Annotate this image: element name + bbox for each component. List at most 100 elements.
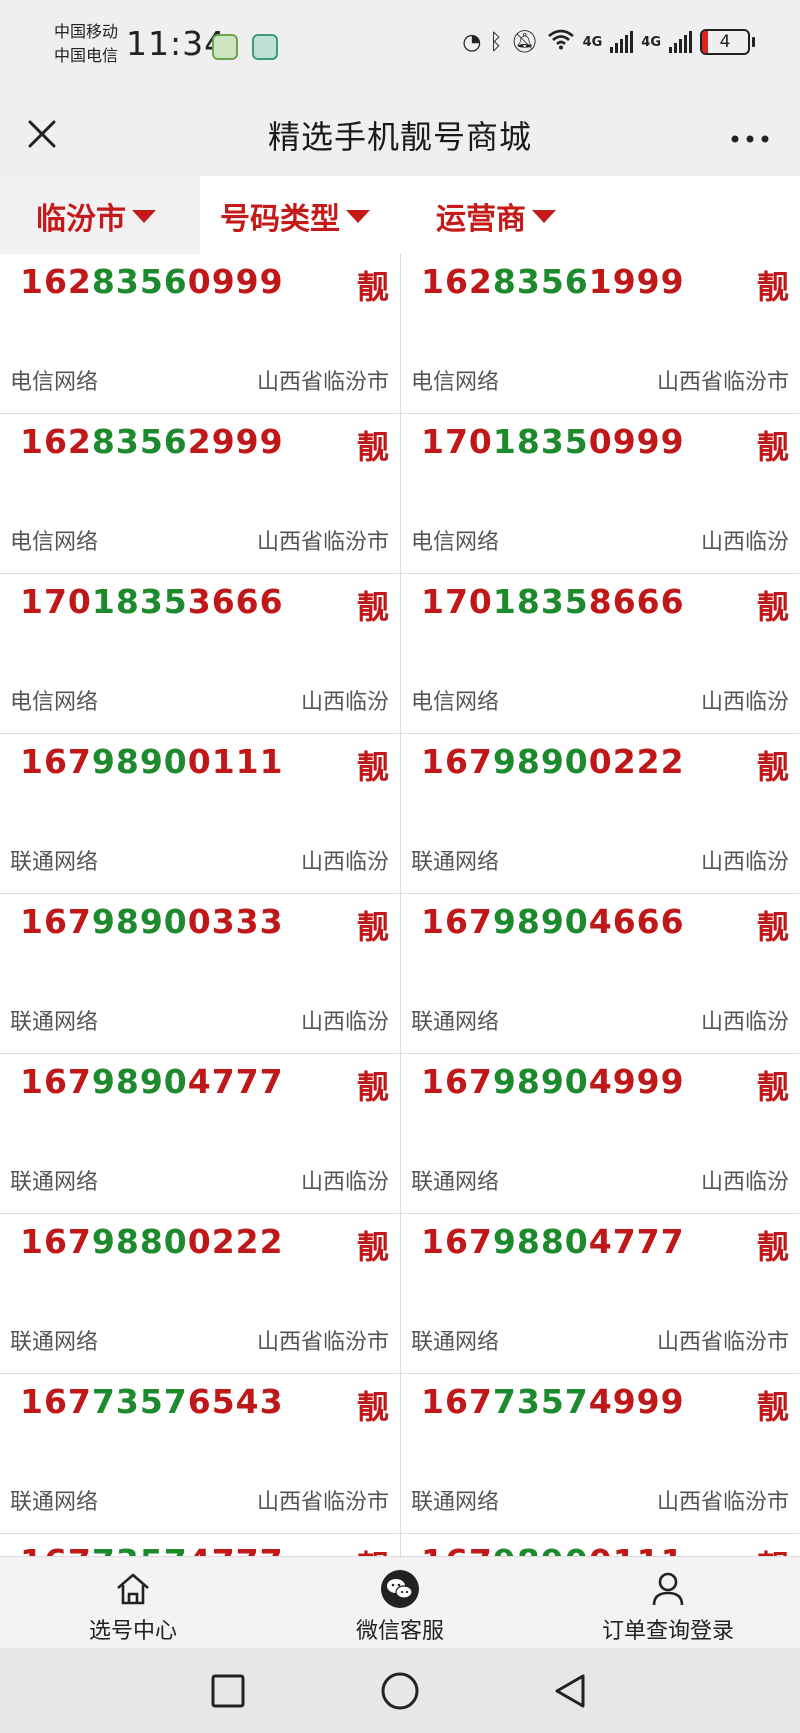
filter-number-type-label: 号码类型	[220, 202, 340, 237]
phone-number: 16773574999	[421, 1382, 685, 1421]
back-button[interactable]	[545, 1666, 595, 1716]
number-card[interactable]: 16798900111靓联通网络山西临汾	[0, 734, 399, 894]
location-label: 山西临汾	[700, 850, 789, 875]
location-label: 山西临汾	[700, 530, 789, 555]
number-card[interactable]: 17018353666 靓电信网络 山西临汾	[0, 574, 399, 734]
number-prefix: 167	[421, 742, 493, 781]
wechat-icon	[381, 1570, 419, 1608]
number-card[interactable]: 16283560999 靓电信网络 山西省临汾市	[0, 254, 399, 414]
premium-badge: 靓	[356, 748, 389, 786]
page-title: 精选手机靓号商城	[267, 118, 532, 156]
mute-icon: 🔕︎	[510, 29, 539, 55]
number-card[interactable]: 16798904777 靓联通网络 山西临汾	[0, 1054, 399, 1214]
phone-number: 16283560999	[20, 262, 284, 301]
number-suffix: 1999	[588, 262, 685, 301]
location-label: 山西省临汾市	[656, 1490, 789, 1515]
number-suffix: 0222	[187, 1222, 284, 1261]
number-prefix: 162	[20, 262, 92, 301]
location-label: 山西省临汾市	[656, 370, 789, 395]
number-suffix: 2999	[187, 422, 284, 461]
location-label: 山西临汾	[700, 690, 789, 715]
number-middle: 9890	[493, 1542, 589, 1556]
number-middle: 8356	[492, 262, 589, 301]
number-card[interactable]: 16798900222 靓联通网络 山西临汾	[400, 734, 799, 894]
filter-bar: 临汾市 号码类型 运营商	[0, 176, 800, 254]
number-prefix: 167	[421, 902, 493, 941]
network-label: 电信网络	[10, 370, 99, 395]
more-options-button[interactable]	[730, 120, 770, 153]
number-card[interactable]: 16798904666 靓联通网络 山西临汾	[400, 894, 799, 1054]
network-label: 电信网络	[10, 530, 99, 555]
number-middle: 9890	[91, 902, 188, 941]
tab-number-center[interactable]: 选号中心	[53, 1567, 213, 1645]
battery-level: 4	[719, 32, 731, 52]
tab-order-login[interactable]: 订单查询登录	[588, 1567, 748, 1645]
number-middle: 9890	[91, 1062, 188, 1101]
phone-number: 16283562999	[20, 422, 284, 461]
number-middle: 7357	[91, 1382, 188, 1421]
premium-badge: 靓	[356, 908, 389, 946]
number-suffix: 4666	[588, 902, 685, 941]
number-suffix: 4777	[588, 1222, 685, 1261]
premium-badge: 靓	[756, 588, 789, 626]
number-card[interactable]: 16798900333 靓联通网络 山西临汾	[0, 894, 399, 1054]
premium-badge: 靓	[357, 1542, 389, 1556]
filter-city[interactable]: 临汾市	[36, 194, 156, 238]
number-card[interactable]: 16283561999 靓电信网络 山西省临汾市	[400, 254, 799, 414]
filter-carrier[interactable]: 运营商	[436, 194, 556, 238]
square-icon	[211, 1674, 245, 1708]
number-card[interactable]: 16798800222 靓联通网络 山西省临汾市	[0, 1214, 399, 1374]
number-suffix: 0111	[187, 742, 284, 781]
battery-icon: 4	[700, 29, 755, 55]
network-type-1: 4G	[582, 34, 603, 50]
recent-apps-button[interactable]	[203, 1666, 253, 1716]
phone-number: 16283561999	[421, 262, 685, 301]
number-card[interactable]: 16773574777靓联通网络山西省临汾市	[0, 1534, 399, 1556]
phone-number: 16773574777	[20, 1542, 284, 1556]
premium-badge: 靓	[757, 1542, 789, 1556]
premium-badge: 靓	[756, 1228, 789, 1266]
premium-badge: 靓	[356, 588, 389, 626]
number-card[interactable]: 16773576543 靓联通网络 山西省临汾市	[0, 1374, 399, 1534]
phone-number: 17018353666	[20, 582, 284, 621]
phone-number: 16798900222	[421, 742, 685, 781]
number-prefix: 170	[20, 582, 92, 621]
filter-city-label: 临汾市	[36, 202, 126, 237]
number-suffix: 4777	[187, 1062, 284, 1101]
number-prefix: 167	[20, 1542, 92, 1556]
number-middle: 7357	[492, 1382, 589, 1421]
premium-badge: 靓	[756, 908, 789, 946]
premium-badge: 靓	[756, 1388, 789, 1426]
number-prefix: 167	[20, 1062, 92, 1101]
home-button[interactable]	[375, 1666, 425, 1716]
location-label: 山西临汾	[300, 850, 389, 875]
network-type-2: 4G	[641, 34, 661, 50]
number-card[interactable]: 16798804777 靓联通网络 山西省临汾市	[400, 1214, 799, 1374]
phone-number: 17018350999	[421, 422, 685, 461]
bottom-tab-bar: 选号中心 微信客服 订单查询登录	[0, 1556, 800, 1649]
number-card[interactable]: 16798904999 靓联通网络 山西临汾	[400, 1054, 799, 1214]
number-card[interactable]: 16798900111靓联通网络山西临汾	[400, 1534, 799, 1556]
premium-badge: 靓	[356, 1388, 389, 1426]
premium-badge: 靓	[756, 748, 789, 786]
phone-number: 16798800222	[20, 1222, 284, 1261]
tab-wechat-service[interactable]: 微信客服	[320, 1567, 480, 1645]
wifi-icon	[547, 28, 575, 56]
premium-badge: 靓	[756, 268, 789, 306]
network-label: 联通网络	[411, 1490, 500, 1515]
phone-number: 16798900111	[421, 1542, 685, 1556]
number-card[interactable]: 16773574999 靓联通网络 山西省临汾市	[400, 1374, 799, 1534]
system-status: ◔ ᛒ 🔕︎ 4G 4G 4	[462, 28, 755, 56]
number-suffix: 3666	[187, 582, 284, 621]
number-card[interactable]: 16283562999 靓电信网络 山西省临汾市	[0, 414, 399, 574]
number-card[interactable]: 17018358666 靓电信网络 山西临汾	[400, 574, 799, 734]
network-label: 联通网络	[411, 1170, 500, 1195]
number-suffix: 0222	[588, 742, 685, 781]
location-label: 山西省临汾市	[256, 1490, 389, 1515]
number-prefix: 162	[20, 422, 92, 461]
filter-number-type[interactable]: 号码类型	[220, 194, 370, 238]
premium-badge: 靓	[356, 1068, 389, 1106]
system-navigation-bar	[0, 1648, 800, 1733]
number-card[interactable]: 17018350999 靓电信网络 山西临汾	[400, 414, 799, 574]
signal-icon	[610, 31, 634, 53]
